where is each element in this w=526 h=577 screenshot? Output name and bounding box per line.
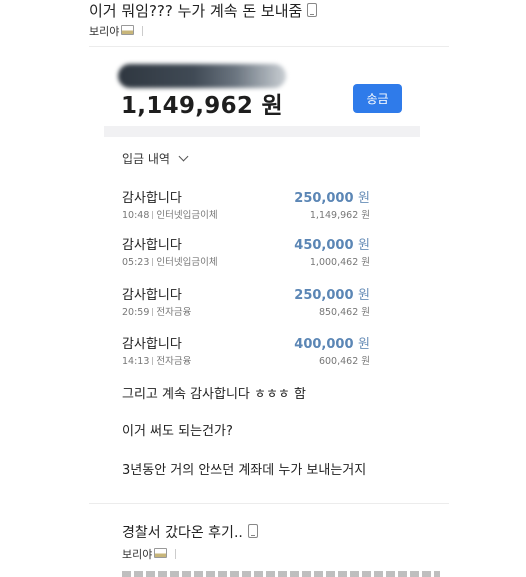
divider bbox=[152, 308, 154, 316]
amount-value: 400,000 bbox=[294, 337, 354, 352]
amount-currency: 원 bbox=[358, 191, 370, 206]
transaction-meta: 14:13 전자금융 bbox=[122, 353, 191, 367]
mobile-phone-icon bbox=[307, 3, 318, 17]
transaction-name: 감사합니다 bbox=[122, 288, 182, 303]
transaction-amount: 400,000 원 bbox=[294, 333, 370, 352]
transaction-type: 인터넷입금이체 bbox=[156, 210, 218, 221]
mobile-phone-icon bbox=[247, 524, 258, 538]
post-author[interactable]: 보리야 bbox=[89, 23, 144, 39]
transaction-row[interactable]: 감사합니다 450,000 원 05:23 인터넷입금이체 1,000,462 원 bbox=[122, 234, 372, 282]
amount-value: 250,000 bbox=[294, 191, 354, 206]
author-name: 보리야 bbox=[89, 25, 120, 38]
amount-value: 250,000 bbox=[294, 288, 354, 303]
transaction-meta: 20:59 전자금융 bbox=[122, 304, 191, 318]
transaction-type: 인터넷입금이체 bbox=[156, 257, 218, 268]
amount-value: 450,000 bbox=[294, 238, 354, 253]
transaction-time: 05:23 bbox=[122, 257, 150, 268]
balance-after: 1,000,462 원 bbox=[309, 257, 370, 268]
divider bbox=[89, 46, 449, 47]
deposit-history-filter[interactable]: 입금 내역 bbox=[122, 150, 189, 167]
post-title-text: 경찰서 갔다온 후기.. bbox=[122, 525, 243, 541]
post-title[interactable]: 이거 뭐임??? 누가 계속 돈 보내줌 bbox=[89, 0, 318, 21]
amount-currency: 원 bbox=[358, 337, 370, 352]
divider bbox=[142, 26, 144, 36]
transaction-amount: 250,000 원 bbox=[294, 187, 370, 206]
balance-after: 850,462 원 bbox=[318, 307, 370, 318]
transfer-button[interactable]: 송금 bbox=[353, 84, 402, 113]
divider bbox=[152, 258, 154, 266]
transaction-time: 14:13 bbox=[122, 356, 150, 367]
transaction-row[interactable]: 감사합니다 250,000 원 20:59 전자금융 850,462 원 bbox=[122, 284, 372, 332]
transaction-name: 감사합니다 bbox=[122, 191, 182, 206]
chevron-down-icon bbox=[178, 151, 189, 162]
transaction-amount: 450,000 원 bbox=[294, 234, 370, 253]
transaction-type: 전자금융 bbox=[156, 307, 192, 318]
transaction-name: 감사합니다 bbox=[122, 238, 182, 253]
image-attachment-icon bbox=[154, 548, 168, 558]
post-author[interactable]: 보리야 bbox=[122, 546, 177, 562]
account-balance: 1,149,962 원 bbox=[121, 93, 283, 119]
post-title[interactable]: 경찰서 갔다온 후기.. bbox=[122, 522, 258, 542]
amount-currency: 원 bbox=[358, 288, 370, 303]
redacted-account-name bbox=[118, 64, 286, 88]
transaction-type: 전자금융 bbox=[156, 356, 192, 367]
transaction-meta: 05:23 인터넷입금이체 bbox=[122, 254, 218, 268]
transaction-time: 10:48 bbox=[122, 210, 150, 221]
truncated-text-line bbox=[122, 571, 440, 577]
divider bbox=[152, 211, 154, 219]
section-divider-band bbox=[104, 126, 420, 137]
transaction-row[interactable]: 감사합니다 400,000 원 14:13 전자금융 600,462 원 bbox=[122, 333, 372, 381]
post-title-text: 이거 뭐임??? 누가 계속 돈 보내줌 bbox=[89, 2, 303, 20]
deposit-history-label: 입금 내역 bbox=[122, 152, 170, 166]
divider bbox=[152, 357, 154, 365]
transaction-name: 감사합니다 bbox=[122, 337, 182, 352]
amount-currency: 원 bbox=[358, 238, 370, 253]
author-name: 보리야 bbox=[122, 548, 153, 561]
post-body-line: 그리고 계속 감사합니다 ㅎㅎㅎ 함 bbox=[122, 387, 306, 402]
transaction-meta: 10:48 인터넷입금이체 bbox=[122, 207, 218, 221]
transaction-amount: 250,000 원 bbox=[294, 284, 370, 303]
divider bbox=[89, 503, 449, 504]
image-attachment-icon bbox=[121, 25, 135, 35]
divider bbox=[175, 549, 177, 559]
balance-after: 600,462 원 bbox=[318, 356, 370, 367]
balance-after: 1,149,962 원 bbox=[309, 210, 370, 221]
transaction-time: 20:59 bbox=[122, 307, 150, 318]
transaction-row[interactable]: 감사합니다 250,000 원 10:48 인터넷입금이체 1,149,962 원 bbox=[122, 187, 372, 235]
post-body-line: 이거 써도 되는건가? bbox=[122, 424, 233, 439]
post-body-line: 3년동안 거의 안쓰던 계좌데 누가 보내는거지 bbox=[122, 463, 367, 478]
